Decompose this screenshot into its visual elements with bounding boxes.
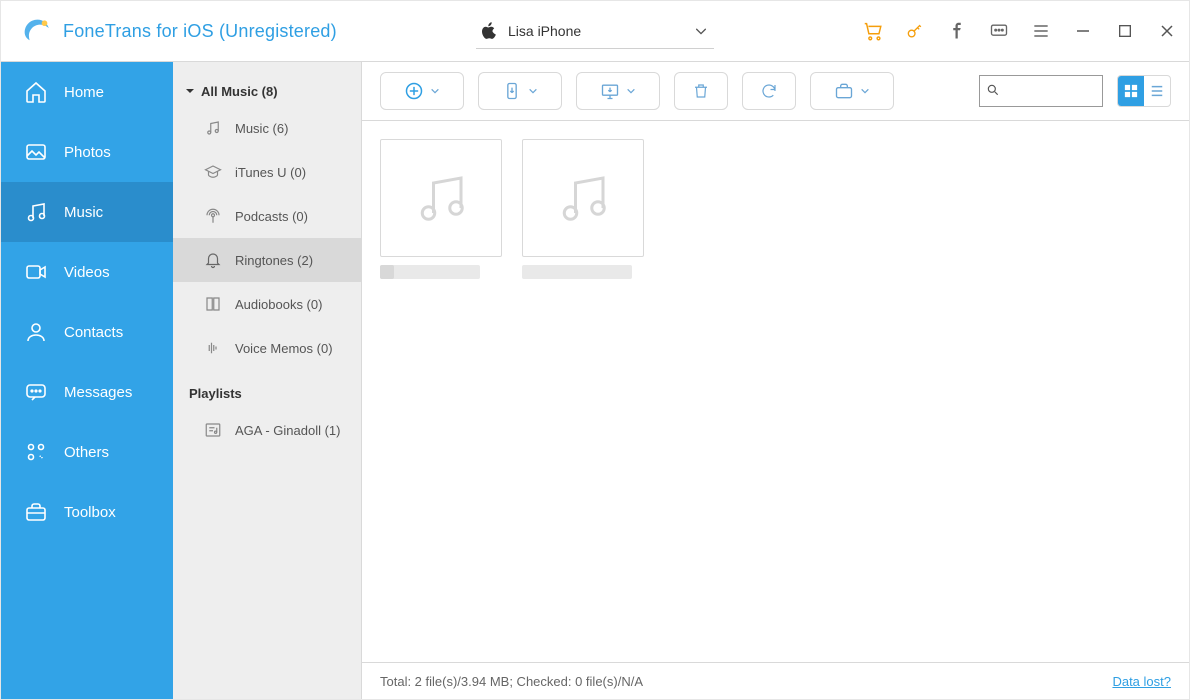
app-logo-icon <box>19 14 53 48</box>
export-to-pc-button[interactable] <box>576 72 660 110</box>
videos-icon <box>23 259 49 285</box>
music-icon <box>23 199 49 225</box>
music-thumb-icon <box>522 139 644 257</box>
nav-messages[interactable]: Messages <box>1 362 173 422</box>
minimize-button[interactable] <box>1071 19 1095 43</box>
music-thumb-icon <box>380 139 502 257</box>
cat-label: Audiobooks (0) <box>235 297 322 312</box>
ringtone-tile[interactable] <box>380 139 500 279</box>
view-switch <box>1117 75 1171 107</box>
nav-label: Messages <box>64 384 132 401</box>
toolbar <box>362 62 1189 121</box>
cat-voicememos[interactable]: Voice Memos (0) <box>173 326 361 370</box>
music-note-icon <box>203 118 223 138</box>
facebook-icon[interactable] <box>945 19 969 43</box>
playlist-label: AGA - Ginadoll (1) <box>235 423 341 438</box>
contacts-icon <box>23 319 49 345</box>
playlist-item[interactable]: AGA - Ginadoll (1) <box>173 408 361 452</box>
body: Home Photos Music Videos <box>1 62 1189 699</box>
toolbox-dropdown-button[interactable] <box>810 72 894 110</box>
cat-itunesu[interactable]: iTunes U (0) <box>173 150 361 194</box>
nav-label: Contacts <box>64 324 123 341</box>
maximize-button[interactable] <box>1113 19 1137 43</box>
main-panel: Total: 2 file(s)/3.94 MB; Checked: 0 fil… <box>362 62 1189 699</box>
grid-view-button[interactable] <box>1118 76 1144 106</box>
music-categories-panel: All Music (8) Music (6) iTunes U (0) Pod… <box>173 62 362 699</box>
nav-toolbox[interactable]: Toolbox <box>1 482 173 542</box>
add-button[interactable] <box>380 72 464 110</box>
podcast-icon <box>203 206 223 226</box>
cat-audiobooks[interactable]: Audiobooks (0) <box>173 282 361 326</box>
cat-label: Podcasts (0) <box>235 209 308 224</box>
chevron-down-icon <box>860 86 870 96</box>
titlebar-actions <box>861 19 1183 43</box>
chevron-down-icon <box>430 86 440 96</box>
app-title: FoneTrans for iOS (Unregistered) <box>63 21 337 42</box>
collapse-triangle-icon <box>185 86 195 96</box>
device-name: Lisa iPhone <box>508 23 682 39</box>
nav-label: Photos <box>64 144 111 161</box>
others-icon <box>23 439 49 465</box>
chevron-down-icon <box>626 86 636 96</box>
all-music-header[interactable]: All Music (8) <box>173 76 361 106</box>
cat-music[interactable]: Music (6) <box>173 106 361 150</box>
tile-caption <box>522 265 632 279</box>
refresh-button[interactable] <box>742 72 796 110</box>
all-music-label: All Music (8) <box>201 84 278 99</box>
cat-podcasts[interactable]: Podcasts (0) <box>173 194 361 238</box>
messages-icon <box>23 379 49 405</box>
nav-label: Videos <box>64 264 110 281</box>
search-box[interactable] <box>979 75 1103 107</box>
cat-label: Music (6) <box>235 121 288 136</box>
home-icon <box>23 79 49 105</box>
waveform-icon <box>203 338 223 358</box>
playlists-header: Playlists <box>173 378 361 408</box>
export-to-device-button[interactable] <box>478 72 562 110</box>
menu-icon[interactable] <box>1029 19 1053 43</box>
bell-icon <box>203 250 223 270</box>
app-window: FoneTrans for iOS (Unregistered) Lisa iP… <box>0 0 1190 700</box>
feedback-icon[interactable] <box>987 19 1011 43</box>
nav-label: Home <box>64 84 104 101</box>
tile-caption <box>380 265 480 279</box>
chevron-down-icon <box>528 86 538 96</box>
sidebar-nav: Home Photos Music Videos <box>1 62 173 699</box>
cat-label: Voice Memos (0) <box>235 341 333 356</box>
nav-contacts[interactable]: Contacts <box>1 302 173 362</box>
nav-music[interactable]: Music <box>1 182 173 242</box>
playlist-icon <box>203 420 223 440</box>
device-selector[interactable]: Lisa iPhone <box>476 14 714 49</box>
nav-label: Music <box>64 204 103 221</box>
playlists-label: Playlists <box>189 386 242 401</box>
content-grid <box>362 121 1189 662</box>
nav-photos[interactable]: Photos <box>1 122 173 182</box>
cat-label: Ringtones (2) <box>235 253 313 268</box>
photos-icon <box>23 139 49 165</box>
toolbox-icon <box>23 499 49 525</box>
search-input[interactable] <box>1004 83 1096 100</box>
chevron-down-icon <box>692 22 710 40</box>
search-icon <box>986 83 1000 100</box>
cat-label: iTunes U (0) <box>235 165 306 180</box>
cart-icon[interactable] <box>861 19 885 43</box>
nav-others[interactable]: Others <box>1 422 173 482</box>
status-bar: Total: 2 file(s)/3.94 MB; Checked: 0 fil… <box>362 662 1189 699</box>
list-view-button[interactable] <box>1144 76 1170 106</box>
nav-home[interactable]: Home <box>1 62 173 122</box>
status-text: Total: 2 file(s)/3.94 MB; Checked: 0 fil… <box>380 674 643 689</box>
nav-label: Others <box>64 444 109 461</box>
key-icon[interactable] <box>903 19 927 43</box>
apple-icon <box>480 22 498 40</box>
cat-ringtones[interactable]: Ringtones (2) <box>173 238 361 282</box>
ringtone-tile[interactable] <box>522 139 642 279</box>
nav-videos[interactable]: Videos <box>1 242 173 302</box>
data-lost-link[interactable]: Data lost? <box>1112 674 1171 689</box>
delete-button[interactable] <box>674 72 728 110</box>
book-icon <box>203 294 223 314</box>
nav-label: Toolbox <box>64 504 116 521</box>
close-button[interactable] <box>1155 19 1179 43</box>
graduation-cap-icon <box>203 162 223 182</box>
titlebar: FoneTrans for iOS (Unregistered) Lisa iP… <box>1 1 1189 62</box>
